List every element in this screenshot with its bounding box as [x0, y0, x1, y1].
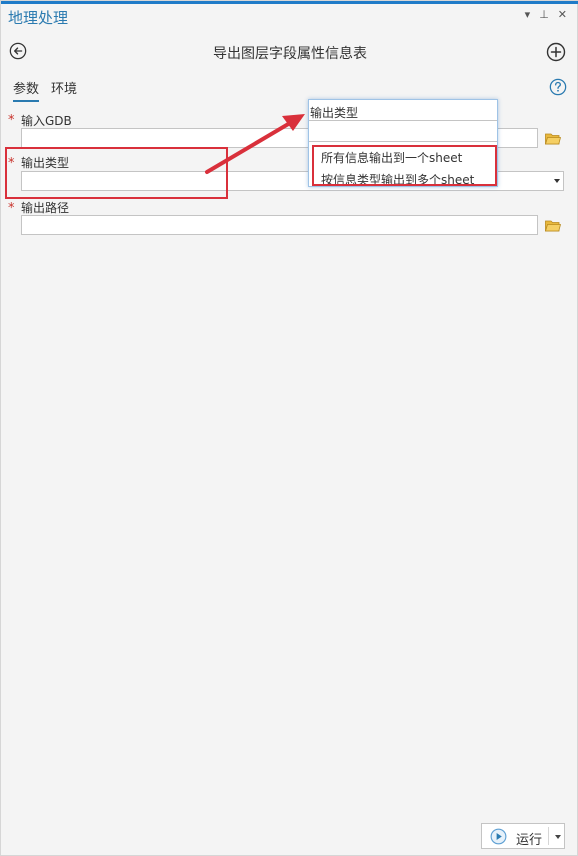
caret-down-icon: [554, 179, 560, 183]
output-path-field[interactable]: [21, 215, 538, 235]
pin-icon[interactable]: ⊥: [539, 8, 549, 22]
pane-window-controls: ▾ ⊥ ✕: [525, 8, 567, 22]
run-button[interactable]: 运行: [481, 823, 565, 849]
pane-accent-bar: [1, 1, 578, 4]
tab-bar: 参数 环境: [13, 78, 77, 102]
input-gdb-label: 输入GDB: [21, 114, 72, 128]
close-icon[interactable]: ✕: [558, 8, 567, 22]
play-circle-icon: [490, 828, 507, 845]
required-marker: *: [8, 201, 15, 216]
run-options-dropdown-icon[interactable]: [555, 835, 561, 839]
run-button-divider: [548, 827, 549, 845]
geoprocessing-pane: 地理处理 ▾ ⊥ ✕ 导出图层字段属性信息表 参数 环境 * 输入GDB * 输…: [0, 0, 578, 856]
highlight-box-output-type: [5, 147, 228, 199]
output-path-label: 输出路径: [21, 201, 70, 215]
pane-title: 地理处理: [8, 9, 69, 27]
folder-icon[interactable]: [545, 219, 561, 232]
tool-title: 导出图层字段属性信息表: [213, 46, 367, 62]
help-icon[interactable]: [549, 78, 567, 96]
folder-icon[interactable]: [545, 132, 561, 145]
pane-menu-dropdown-icon[interactable]: ▾: [525, 8, 531, 22]
popup-title: 输出类型: [310, 106, 359, 120]
highlight-box-options: [312, 145, 497, 186]
plus-circle-icon[interactable]: [546, 42, 566, 62]
tab-parameters[interactable]: 参数: [13, 78, 40, 102]
required-marker: *: [8, 113, 15, 128]
popup-input-field[interactable]: [309, 120, 497, 142]
run-button-label: 运行: [516, 833, 543, 848]
tab-environments[interactable]: 环境: [51, 78, 77, 102]
